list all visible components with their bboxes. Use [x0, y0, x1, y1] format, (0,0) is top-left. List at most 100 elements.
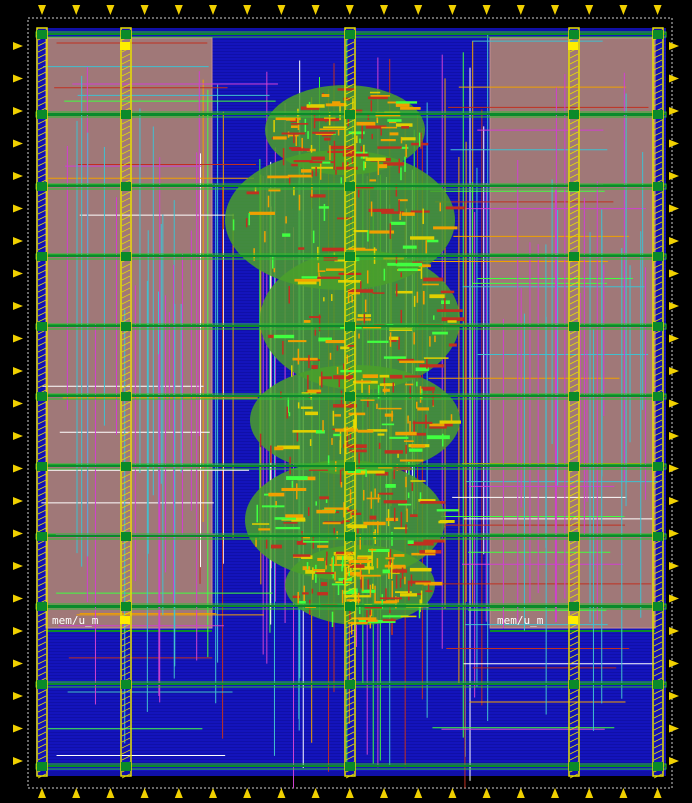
cell-row-segment — [281, 487, 307, 492]
cell-row-segment — [317, 557, 324, 562]
cell-pin-segment — [429, 336, 431, 347]
cell-row-segment — [420, 501, 446, 503]
cell-pin-segment — [298, 194, 301, 211]
cell-pin-segment — [360, 281, 362, 289]
macro-pin-marker — [568, 616, 578, 624]
cell-pin-segment — [380, 127, 382, 136]
cell-pin-segment — [310, 145, 313, 153]
cell-row-segment — [294, 278, 320, 282]
cell-pin-segment — [410, 574, 413, 587]
cell-row-segment — [273, 334, 295, 339]
cell-pin-segment — [329, 352, 332, 360]
cell-row-segment — [403, 440, 414, 442]
cell-row-segment — [424, 549, 436, 553]
cell-row-segment — [378, 407, 402, 410]
cell-row-segment — [356, 121, 376, 126]
power-via — [345, 252, 355, 261]
cell-pin-segment — [273, 120, 275, 133]
cell-row-segment — [274, 446, 284, 451]
cell-row-segment — [379, 597, 402, 600]
cell-row-segment — [305, 411, 318, 416]
cell-row-segment — [313, 569, 326, 572]
cell-row-segment — [436, 509, 459, 512]
cell-pin-segment — [248, 213, 250, 226]
power-via — [653, 322, 663, 331]
cell-pin-segment — [390, 562, 393, 580]
power-via — [653, 680, 663, 689]
cell-pin-segment — [325, 557, 328, 566]
power-via — [653, 392, 663, 401]
cell-pin-segment — [291, 480, 294, 488]
cell-pin-segment — [405, 444, 407, 454]
cell-pin-segment — [400, 167, 402, 181]
cell-row-segment — [429, 426, 447, 429]
cell-row-segment — [271, 544, 282, 549]
cell-pin-segment — [383, 268, 386, 281]
cell-pin-segment — [378, 442, 381, 449]
cell-row-segment — [347, 344, 355, 347]
cell-pin-segment — [389, 549, 392, 566]
cell-pin-segment — [272, 255, 274, 269]
cell-pin-segment — [315, 501, 317, 506]
power-via — [37, 532, 47, 541]
cell-pin-segment — [317, 262, 320, 273]
cell-pin-segment — [357, 593, 360, 606]
cell-row-segment — [354, 380, 372, 383]
cell-row-segment — [283, 522, 298, 524]
cell-pin-segment — [308, 355, 310, 369]
cell-pin-segment — [409, 421, 411, 433]
cell-pin-segment — [297, 402, 300, 409]
cell-pin-segment — [346, 354, 349, 364]
cell-row-segment — [436, 309, 463, 312]
cell-row-segment — [368, 96, 388, 100]
cell-pin-segment — [405, 524, 407, 535]
cell-row-segment — [444, 423, 453, 427]
power-via — [345, 322, 355, 331]
cell-row-segment — [381, 423, 395, 426]
cell-pin-segment — [287, 131, 290, 138]
cell-pin-segment — [363, 144, 365, 159]
cell-pin-segment — [336, 366, 339, 375]
cell-pin-segment — [407, 415, 409, 424]
cell-pin-segment — [404, 576, 406, 585]
cell-row-segment — [377, 433, 385, 436]
cell-pin-segment — [306, 562, 309, 570]
cell-pin-segment — [358, 333, 360, 339]
power-via — [569, 462, 579, 471]
chip-layout-canvas[interactable]: mem/u_m mem/u_m — [0, 0, 692, 803]
power-via — [37, 322, 47, 331]
cell-pin-segment — [333, 156, 336, 170]
cell-row-segment — [325, 103, 347, 107]
cell-pin-segment — [319, 163, 322, 180]
cell-pin-segment — [398, 158, 400, 174]
cell-row-segment — [351, 512, 362, 515]
cell-row-segment — [390, 569, 408, 573]
cell-pin-segment — [282, 340, 284, 355]
cell-pin-segment — [370, 100, 373, 112]
cell-row-segment — [384, 450, 404, 454]
cell-pin-segment — [362, 489, 365, 501]
cell-row-segment — [368, 208, 394, 212]
cell-row-segment — [320, 582, 328, 586]
cell-pin-segment — [339, 105, 341, 121]
cell-pin-segment — [413, 332, 415, 345]
cell-row-segment — [319, 270, 326, 272]
cell-pin-segment — [398, 199, 400, 214]
cell-row-segment — [348, 247, 366, 251]
macro-pin-marker — [120, 616, 130, 624]
cell-row-segment — [291, 163, 298, 167]
cell-pin-segment — [376, 115, 378, 121]
cell-row-segment — [323, 126, 347, 129]
cell-row-segment — [412, 421, 433, 424]
cell-row-segment — [369, 179, 377, 182]
cell-pin-segment — [376, 558, 379, 569]
cell-pin-segment — [333, 140, 336, 158]
cell-pin-segment — [405, 476, 407, 488]
cell-row-segment — [282, 233, 291, 237]
cell-row-segment — [261, 505, 285, 508]
cell-pin-segment — [367, 579, 369, 590]
cell-row-segment — [316, 509, 336, 514]
cell-pin-segment — [369, 584, 372, 598]
cell-row-segment — [440, 290, 455, 294]
cell-pin-segment — [399, 578, 402, 588]
